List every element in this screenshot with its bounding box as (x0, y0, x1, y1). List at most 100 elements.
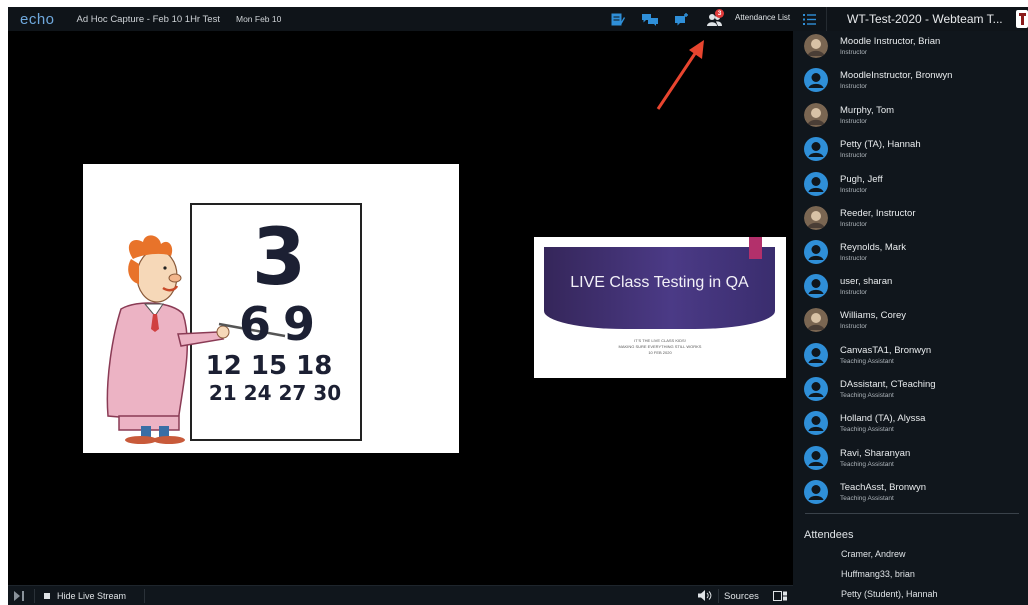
participant-role: Instructor (840, 151, 868, 159)
sidebar-header: WT-Test-2020 - Webteam T... (793, 7, 1028, 31)
attendee-item[interactable]: Cramer, Andrew (841, 549, 906, 559)
section-divider (805, 513, 1019, 514)
participant-name: CanvasTA1, Bronwyn (840, 344, 932, 356)
cartoon-teacher-image: 3 6 9 12 15 18 21 24 27 30 (106, 203, 362, 444)
board-number: 21 24 27 30 (209, 381, 341, 405)
default-avatar-icon (804, 240, 828, 264)
attendees-icon[interactable]: 3 (698, 9, 730, 28)
participant-row[interactable]: DAssistant, CTeaching Teaching Assistant (804, 372, 936, 406)
participant-info: Petty (TA), Hannah Instructor (840, 139, 921, 160)
participant-name: Moodle Instructor, Brian (840, 35, 941, 47)
attendance-list-button[interactable]: Attendance List (735, 13, 790, 22)
participant-row[interactable]: user, sharan Instructor (804, 269, 892, 303)
top-bar: echo Ad Hoc Capture - Feb 10 1Hr Test Mo… (8, 7, 793, 31)
participant-info: Ravi, Sharanyan Teaching Assistant (840, 448, 910, 469)
hide-live-stream-button[interactable]: Hide Live Stream (44, 591, 126, 601)
default-avatar-icon (804, 480, 828, 504)
participant-row[interactable]: Reeder, Instructor Instructor (804, 201, 916, 235)
participant-role: Teaching Assistant (840, 460, 894, 468)
participant-name: Holland (TA), Alyssa (840, 412, 926, 424)
participant-role: Teaching Assistant (840, 357, 894, 365)
sources-button[interactable]: Sources (724, 591, 759, 602)
participant-role: Teaching Assistant (840, 425, 894, 433)
board-number: 9 (283, 297, 315, 351)
participant-row[interactable]: Pugh, Jeff Instructor (804, 167, 883, 201)
participant-info: Reynolds, Mark Instructor (840, 242, 906, 263)
list-view-icon[interactable] (793, 7, 827, 31)
attendee-item[interactable]: Huffmang33, brian (841, 569, 915, 579)
participant-role: Teaching Assistant (840, 391, 894, 399)
default-avatar-icon (804, 343, 828, 367)
participant-row[interactable]: Petty (TA), Hannah Instructor (804, 132, 921, 166)
participant-name: user, sharan (840, 275, 893, 287)
course-title: WT-Test-2020 - Webteam T... (847, 12, 1003, 26)
volume-icon[interactable] (698, 590, 712, 601)
participant-role: Instructor (840, 117, 868, 125)
annotation-arrow-icon (656, 40, 704, 110)
participant-info: TeachAsst, Bronwyn Teaching Assistant (840, 482, 926, 503)
participant-role: Instructor (840, 82, 868, 90)
echo-logo: echo (20, 10, 55, 28)
play-pause-icon[interactable] (12, 590, 26, 602)
presentation-slide: LIVE Class Testing in QA IT'S THE LIVE C… (534, 237, 786, 378)
board-number: 12 15 18 (206, 351, 333, 381)
participant-role: Teaching Assistant (840, 494, 894, 502)
stop-icon (44, 593, 50, 599)
participant-info: Pugh, Jeff Instructor (840, 174, 883, 195)
default-avatar-icon (804, 446, 828, 470)
participant-info: Holland (TA), Alyssa Teaching Assistant (840, 413, 925, 434)
separator (718, 589, 719, 603)
bottom-bar: Hide Live Stream Sources (8, 585, 793, 605)
participant-info: Murphy, Tom Instructor (840, 105, 894, 126)
institution-logo-icon (1016, 10, 1028, 28)
hide-live-stream-label: Hide Live Stream (57, 591, 127, 601)
participant-name: Murphy, Tom (840, 104, 895, 116)
participant-info: CanvasTA1, Bronwyn Teaching Assistant (840, 345, 931, 366)
participant-name: Petty (TA), Hannah (840, 138, 921, 150)
notes-icon[interactable] (602, 10, 634, 28)
participant-name: Pugh, Jeff (840, 173, 883, 185)
participant-role: Instructor (840, 322, 868, 330)
participant-row[interactable]: MoodleInstructor, Bronwyn Instructor (804, 63, 952, 97)
avatar-photo (804, 103, 828, 127)
participant-name: Williams, Corey (840, 309, 906, 321)
default-avatar-icon (804, 377, 828, 401)
default-avatar-icon (804, 68, 828, 92)
board-number: 3 (252, 213, 306, 303)
video-stream-frame: 3 6 9 12 15 18 21 24 27 30 (83, 164, 459, 453)
attendance-panel: Moodle Instructor, Brian Instructor Moodle… (793, 31, 1028, 605)
participant-row[interactable]: Reynolds, Mark Instructor (804, 235, 906, 269)
participant-name: Reeder, Instructor (840, 207, 916, 219)
separator (34, 589, 35, 603)
participant-name: DAssistant, CTeaching (840, 378, 936, 390)
participant-info: DAssistant, CTeaching Teaching Assistant (840, 379, 936, 400)
participant-row[interactable]: Murphy, Tom Instructor (804, 98, 894, 132)
participant-row[interactable]: Williams, Corey Instructor (804, 303, 906, 337)
attendee-item[interactable]: Petty (Student), Hannah (841, 589, 938, 599)
default-avatar-icon (804, 411, 828, 435)
slide-accent-tab (749, 237, 762, 259)
participant-role: Instructor (840, 186, 868, 194)
participant-name: TeachAsst, Bronwyn (840, 481, 927, 493)
participant-role: Instructor (840, 254, 868, 262)
participant-name: Reynolds, Mark (840, 241, 906, 253)
discussions-icon[interactable] (634, 10, 666, 28)
participant-row[interactable]: Holland (TA), Alyssa Teaching Assistant (804, 406, 925, 440)
questions-icon[interactable] (666, 10, 698, 28)
participant-name: Ravi, Sharanyan (840, 447, 911, 459)
slide-title: LIVE Class Testing in QA (570, 274, 749, 291)
toolbar-icons: 3 (602, 9, 730, 28)
participant-row[interactable]: CanvasTA1, Bronwyn Teaching Assistant (804, 338, 931, 372)
avatar-photo (804, 206, 828, 230)
participant-role: Instructor (840, 288, 868, 296)
participant-row[interactable]: Moodle Instructor, Brian Instructor (804, 31, 940, 63)
layout-toggle-icon[interactable] (773, 591, 787, 601)
participant-row[interactable]: Ravi, Sharanyan Teaching Assistant (804, 441, 910, 475)
separator (144, 589, 145, 603)
participant-role: Instructor (840, 48, 868, 56)
avatar-photo (804, 308, 828, 332)
default-avatar-icon (804, 172, 828, 196)
capture-date: Mon Feb 10 (235, 14, 282, 24)
participant-role: Instructor (840, 220, 868, 228)
participant-row[interactable]: TeachAsst, Bronwyn Teaching Assistant (804, 475, 926, 509)
